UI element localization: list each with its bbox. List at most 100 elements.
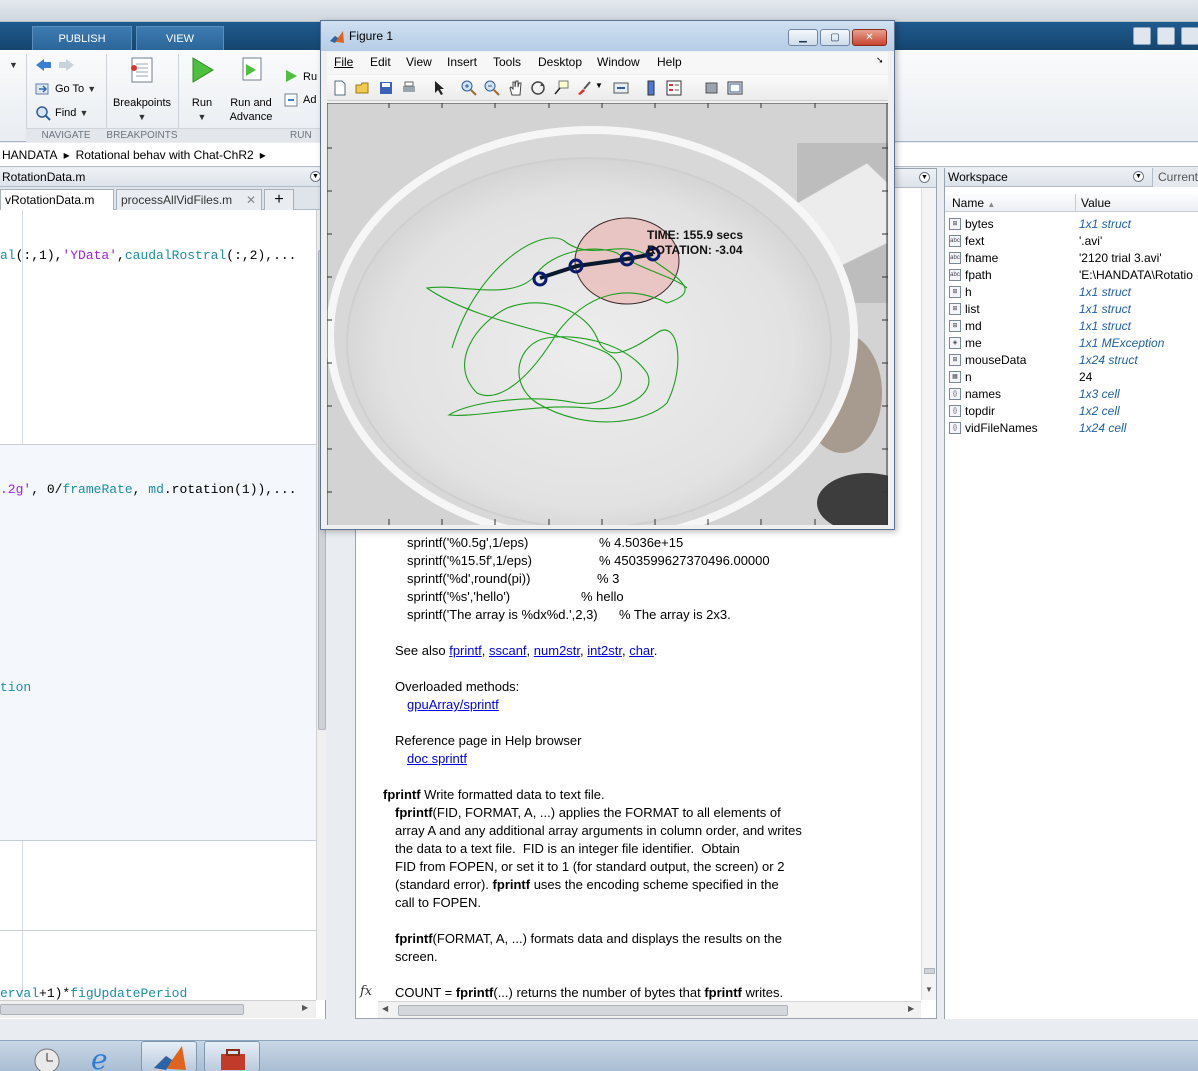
workspace-row[interactable]: abc fext '.avi' — [945, 233, 1198, 250]
hide-plot-tools-icon[interactable] — [704, 80, 720, 96]
show-plot-tools-icon[interactable] — [727, 80, 743, 96]
section-breakpoints: BREAKPOINTS — [106, 128, 178, 142]
breakpoints-button[interactable]: Breakpoints ▼ — [110, 56, 174, 124]
print-icon[interactable] — [401, 80, 417, 96]
scroll-right-icon[interactable]: ▶ — [302, 1003, 308, 1012]
taskbar-toolbox-icon[interactable] — [204, 1041, 260, 1071]
workspace-row[interactable]: abc fpath 'E:\HANDATA\Rotatio — [945, 267, 1198, 284]
panel-menu-icon[interactable]: ▼ — [919, 172, 930, 183]
workspace-row[interactable]: ⊞ bytes 1x1 struct — [945, 216, 1198, 233]
goto-button[interactable]: Go To ▼ — [55, 82, 96, 96]
brush-dropdown-icon[interactable]: ▼ — [595, 81, 603, 90]
close-icon[interactable]: ✕ — [246, 190, 256, 210]
editor-tab[interactable]: processAllVidFiles.m ✕ — [116, 189, 262, 210]
link-sscanf[interactable]: sscanf — [489, 643, 527, 658]
workspace-row[interactable]: {} names 1x3 cell — [945, 386, 1198, 403]
workspace-row[interactable]: {} topdir 1x2 cell — [945, 403, 1198, 420]
menu-view[interactable]: View — [406, 55, 432, 69]
variable-value: 1x1 struct — [1079, 302, 1132, 316]
breadcrumb-item[interactable]: HANDATA — [2, 148, 58, 162]
workspace-row[interactable]: {} vidFileNames 1x24 cell — [945, 420, 1198, 437]
maximize-button[interactable]: ▢ — [820, 29, 850, 46]
scroll-right-icon[interactable]: ▶ — [908, 1004, 914, 1013]
cut-icon[interactable] — [1181, 27, 1198, 45]
menu-file[interactable]: File — [334, 55, 353, 69]
breadcrumb-item[interactable]: Rotational behav with Chat-ChR2 — [76, 148, 254, 162]
workspace-row[interactable]: ⊞ list 1x1 struct — [945, 301, 1198, 318]
figure-axes[interactable]: TIME: 155.9 secs ROTATION: -3.04 — [326, 102, 917, 544]
workspace-row[interactable]: ◈ me 1x1 MException — [945, 335, 1198, 352]
zoom-out-icon[interactable] — [484, 80, 500, 96]
collapse-arrow-icon[interactable]: ▼ — [9, 60, 18, 70]
scroll-thumb[interactable] — [924, 968, 935, 974]
code-line[interactable]: erval+1)*figUpdatePeriod — [0, 986, 187, 1001]
workspace-row[interactable]: ⊞ md 1x1 struct — [945, 318, 1198, 335]
link-int2str[interactable]: int2str — [587, 643, 622, 658]
save-figure-icon[interactable] — [378, 80, 394, 96]
variable-name: names — [965, 387, 1002, 401]
code-line[interactable]: al(:,1),'YData',caudalRostral(:,2),... — [0, 248, 296, 263]
menu-desktop[interactable]: Desktop — [538, 55, 582, 69]
workspace-row[interactable]: ⊞ h 1x1 struct — [945, 284, 1198, 301]
menu-window[interactable]: Window — [597, 55, 640, 69]
link-char[interactable]: char — [629, 643, 654, 658]
edit-plot-icon[interactable] — [432, 80, 448, 96]
editor-horizontal-scrollbar[interactable]: ▶ — [0, 1000, 316, 1018]
minimize-button[interactable]: ▁ — [788, 29, 818, 46]
link-plot-icon[interactable] — [613, 80, 629, 96]
advance-button[interactable]: Ad — [303, 93, 316, 107]
column-header-value[interactable]: Value — [1081, 196, 1111, 210]
command-vertical-scrollbar[interactable]: ▼ — [921, 188, 936, 1000]
legend-icon[interactable] — [666, 80, 682, 96]
dock-arrow-icon[interactable]: ➘ — [876, 55, 884, 66]
code-line[interactable]: tion — [0, 680, 31, 695]
new-file-icon[interactable] — [1133, 27, 1151, 45]
zoom-in-icon[interactable] — [461, 80, 477, 96]
figure-window[interactable]: Figure 1 ▁ ▢ ✕ File Edit View Insert Too… — [320, 20, 917, 544]
link-gpuarray-sprintf[interactable]: gpuArray/sprintf — [407, 697, 499, 712]
scroll-thumb[interactable] — [0, 1004, 244, 1015]
run-section-button[interactable]: Ru — [303, 70, 317, 84]
current-folder-tab[interactable]: Current — [1152, 168, 1198, 187]
scroll-down-icon[interactable]: ▼ — [925, 985, 933, 994]
menu-insert[interactable]: Insert — [447, 55, 477, 69]
workspace-row[interactable]: ⊞ mouseData 1x24 struct — [945, 352, 1198, 369]
fx-icon[interactable]: fx — [360, 984, 372, 999]
workspace-row[interactable]: abc fname '2120 trial 3.avi' — [945, 250, 1198, 267]
scroll-left-icon[interactable]: ◀ — [382, 1004, 388, 1013]
editor-tab-active[interactable]: vRotationData.m — [0, 189, 114, 210]
save-icon[interactable] — [1157, 27, 1175, 45]
find-button[interactable]: Find ▼ — [55, 106, 88, 120]
taskbar-browser-icon[interactable]: e — [86, 1043, 124, 1071]
run-and-advance-button[interactable]: Run and Advance — [224, 56, 278, 124]
colorbar-icon[interactable] — [643, 80, 659, 96]
taskbar-matlab-icon[interactable] — [141, 1041, 197, 1071]
taskbar-clock-app-icon[interactable] — [30, 1043, 68, 1071]
new-tab-icon[interactable]: + — [264, 189, 294, 210]
menu-tools[interactable]: Tools — [493, 55, 521, 69]
pan-icon[interactable] — [507, 80, 523, 96]
command-horizontal-scrollbar[interactable]: ◀ ▶ — [378, 1001, 921, 1018]
rotate-3d-icon[interactable] — [530, 80, 546, 96]
data-cursor-icon[interactable] — [553, 80, 569, 96]
figure-titlebar[interactable]: Figure 1 ▁ ▢ ✕ — [321, 21, 894, 51]
scroll-thumb[interactable] — [398, 1005, 788, 1016]
link-doc-sprintf[interactable]: doc sprintf — [407, 751, 467, 766]
menu-help[interactable]: Help — [657, 55, 682, 69]
workspace-row[interactable]: ▦ n 24 — [945, 369, 1198, 386]
link-fprintf[interactable]: fprintf — [449, 643, 482, 658]
column-header-name[interactable]: Name ▲ — [952, 196, 995, 210]
workspace-menu-icon[interactable]: ▼ — [1133, 171, 1144, 182]
code-line[interactable]: .2g', 0/frameRate, md.rotation(1)),... — [0, 482, 297, 497]
tab-view[interactable]: VIEW — [136, 26, 224, 50]
editor-panel: RotationData.m ▼ vRotationData.m process… — [0, 168, 326, 1019]
menu-edit[interactable]: Edit — [370, 55, 391, 69]
new-figure-icon[interactable] — [332, 80, 348, 96]
back-forward-icon[interactable] — [34, 57, 76, 73]
brush-icon[interactable] — [576, 80, 592, 96]
link-num2str[interactable]: num2str — [534, 643, 580, 658]
run-button[interactable]: Run ▼ — [182, 56, 222, 124]
close-button[interactable]: ✕ — [852, 29, 887, 46]
tab-publish[interactable]: PUBLISH — [32, 26, 132, 50]
open-file-icon[interactable] — [355, 80, 371, 96]
